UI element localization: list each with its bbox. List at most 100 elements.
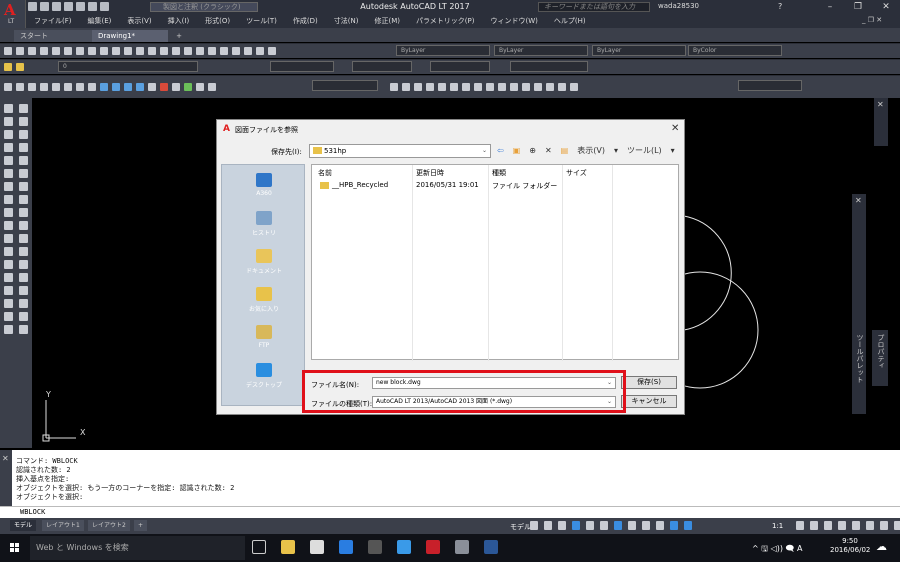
polyline-icon[interactable]	[4, 130, 13, 139]
point-icon[interactable]	[4, 273, 13, 282]
extend-icon[interactable]	[498, 82, 506, 91]
copy-icon[interactable]	[19, 117, 28, 126]
tab-drawing1[interactable]: Drawing1*	[92, 30, 168, 42]
back-icon[interactable]: ⇦	[497, 146, 504, 155]
copy-object-icon[interactable]	[402, 82, 410, 91]
construction-line-icon[interactable]	[4, 117, 13, 126]
snap-icon[interactable]	[544, 521, 552, 530]
cancel-button[interactable]: キャンセル	[621, 395, 677, 408]
new-icon[interactable]	[4, 46, 12, 55]
circle-icon[interactable]	[4, 182, 13, 191]
clean-screen-icon[interactable]	[880, 521, 888, 530]
system-tray[interactable]: ^ 🖫 ◁)) 🗨 A	[752, 543, 802, 557]
multiline-text-icon[interactable]	[19, 312, 28, 321]
polar-icon[interactable]	[572, 521, 580, 530]
make-block-icon[interactable]	[4, 260, 13, 269]
lock-ui-icon[interactable]	[852, 521, 860, 530]
chamfer-icon[interactable]	[19, 273, 28, 282]
menu-dimension[interactable]: 寸法(N)	[326, 14, 367, 28]
zoom-icon[interactable]	[160, 46, 168, 55]
dimension-radius-icon[interactable]	[124, 82, 132, 91]
document-window-controls[interactable]: _ ❐ ✕	[862, 16, 882, 24]
open-icon[interactable]	[16, 46, 24, 55]
offset-icon[interactable]	[426, 82, 434, 91]
media-player-icon[interactable]	[368, 540, 382, 554]
column-size[interactable]: サイズ	[566, 168, 587, 178]
layout-tab-layout2[interactable]: レイアウト2	[88, 520, 130, 531]
join-icon[interactable]	[19, 260, 28, 269]
search-input[interactable]: キーワードまたは語句を入力	[538, 2, 650, 12]
calc-icon[interactable]	[256, 46, 264, 55]
array-icon[interactable]	[19, 156, 28, 165]
close-icon[interactable]: ✕	[2, 454, 9, 463]
store-icon[interactable]	[310, 540, 324, 554]
trim-icon[interactable]	[486, 82, 494, 91]
internet-explorer-icon[interactable]	[397, 540, 411, 554]
copy-icon[interactable]	[88, 46, 96, 55]
workspace-icon[interactable]	[796, 521, 804, 530]
new-icon[interactable]	[28, 2, 37, 11]
layer-state-icon[interactable]	[16, 62, 24, 71]
search-web-icon[interactable]: ⊕	[529, 146, 536, 155]
save-icon[interactable]	[52, 2, 61, 11]
publish-icon[interactable]	[64, 46, 72, 55]
menu-parametric[interactable]: パラメトリック(P)	[408, 14, 482, 28]
save-in-dropdown[interactable]: 531hp ⌄	[309, 144, 491, 158]
plot-icon[interactable]	[76, 2, 85, 11]
ellipse-icon[interactable]	[52, 82, 60, 91]
rectangle-icon[interactable]	[76, 82, 84, 91]
app-icon[interactable]	[455, 540, 469, 554]
properties-icon[interactable]	[196, 46, 204, 55]
plot-color-combo[interactable]: ByColor	[688, 45, 782, 56]
move-icon[interactable]	[390, 82, 398, 91]
dim-combo[interactable]	[312, 80, 378, 91]
customization-icon[interactable]	[894, 521, 900, 530]
grid-icon[interactable]	[530, 521, 538, 530]
annotation-scale[interactable]: 1:1	[772, 522, 783, 530]
multileader-style-combo[interactable]	[510, 61, 588, 72]
tool-palettes-icon[interactable]	[220, 46, 228, 55]
workspace-dropdown[interactable]: 製図と注釈 (クラシック)	[150, 2, 258, 12]
tab-start[interactable]: スタート	[14, 30, 94, 42]
save-button[interactable]: 保存(S)	[621, 376, 677, 389]
mtext-icon[interactable]	[208, 82, 216, 91]
break-icon[interactable]	[510, 82, 518, 91]
menu-view[interactable]: 表示(V)	[119, 14, 159, 28]
task-view-icon[interactable]	[252, 540, 266, 554]
dialog-close-button[interactable]: ✕	[671, 123, 679, 134]
text-style-combo[interactable]	[270, 61, 334, 72]
file-list[interactable]: 名前 更新日時 種類 サイズ __HPB_Recycled 2016/05/31…	[311, 164, 679, 361]
windows-start-icon[interactable]	[10, 543, 20, 553]
edge-icon[interactable]	[339, 540, 353, 554]
paste-icon[interactable]	[100, 46, 108, 55]
hatch-icon[interactable]	[88, 82, 96, 91]
close-button[interactable]: ✕	[872, 0, 900, 14]
dimension-linear-icon[interactable]	[100, 82, 108, 91]
preview-icon[interactable]	[52, 46, 60, 55]
save-as-icon[interactable]	[64, 2, 73, 11]
object-snap-icon[interactable]	[614, 521, 622, 530]
rotate-icon[interactable]	[19, 182, 28, 191]
mirror-icon[interactable]	[414, 82, 422, 91]
redo-icon[interactable]	[136, 46, 144, 55]
menu-file[interactable]: ファイル(F)	[26, 14, 80, 28]
file-row-name[interactable]: __HPB_Recycled	[332, 181, 388, 189]
block-create-icon[interactable]	[160, 82, 168, 91]
table-icon[interactable]	[196, 82, 204, 91]
undo-icon[interactable]	[124, 46, 132, 55]
hatch-icon[interactable]	[4, 286, 13, 295]
place-history[interactable]: ヒストリ	[222, 211, 306, 237]
linetype-combo[interactable]: ByLayer	[494, 45, 588, 56]
place-desktop[interactable]: デスクトップ	[222, 363, 306, 389]
join-icon[interactable]	[522, 82, 530, 91]
help-icon[interactable]	[268, 46, 276, 55]
menu-draw[interactable]: 作成(D)	[285, 14, 326, 28]
mirror-icon[interactable]	[19, 130, 28, 139]
layout-tab-layout1[interactable]: レイアウト1	[42, 520, 84, 531]
table-style-combo[interactable]	[430, 61, 490, 72]
menu-edit[interactable]: 編集(E)	[80, 14, 120, 28]
lineweight-icon[interactable]	[628, 521, 636, 530]
scale-icon[interactable]	[19, 195, 28, 204]
object-snap-tracking-icon[interactable]	[600, 521, 608, 530]
model-space-toggle[interactable]: モデル	[510, 522, 531, 532]
